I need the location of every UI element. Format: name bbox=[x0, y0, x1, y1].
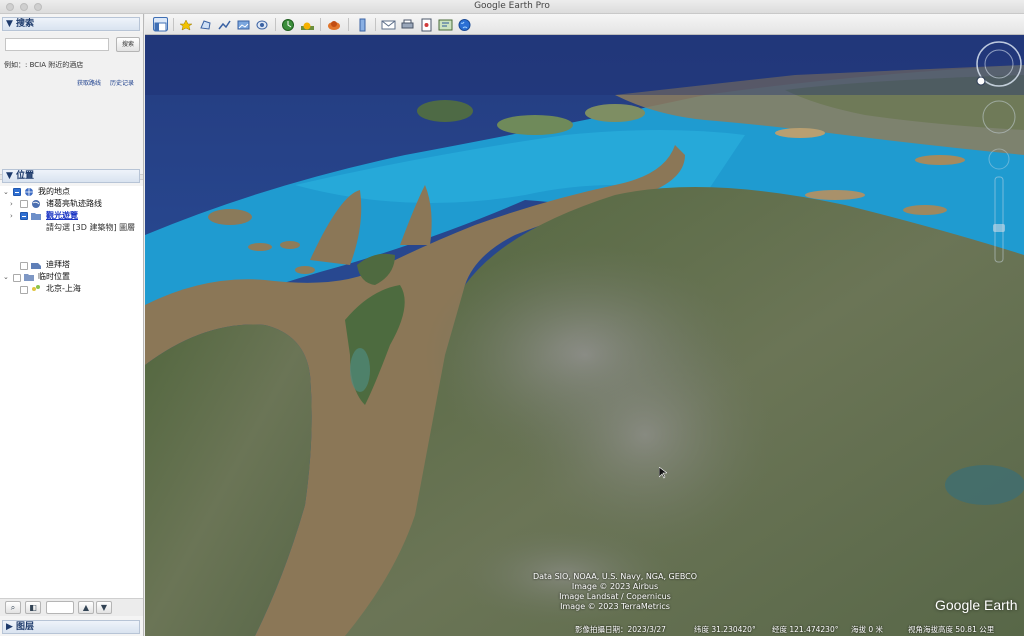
imagery-attribution: Data SIO, NOAA, U.S. Navy, NGA, GEBCO Im… bbox=[475, 572, 755, 612]
eye-altitude-readout: 视角海拔高度 50.81 公里 bbox=[908, 625, 995, 634]
checkbox-route[interactable] bbox=[20, 200, 28, 208]
record-tour-icon[interactable] bbox=[255, 17, 270, 31]
latitude-readout: 纬度 31.230420° bbox=[694, 625, 756, 634]
search-button[interactable]: 搜索 bbox=[116, 37, 140, 52]
chevron-right-icon[interactable]: › bbox=[10, 198, 13, 210]
add-image-overlay-icon[interactable] bbox=[236, 17, 251, 31]
places-folder-icon bbox=[25, 188, 33, 196]
checkbox-my-places[interactable] bbox=[13, 188, 21, 196]
folder-icon bbox=[31, 213, 41, 220]
places-panel-header[interactable]: ▼ 位置 bbox=[2, 169, 140, 183]
attribution-line: Image © 2023 TerraMetrics bbox=[560, 602, 670, 611]
chevron-down-icon[interactable]: ⌄ bbox=[3, 186, 9, 198]
email-icon[interactable] bbox=[381, 17, 396, 31]
toggle-view-button[interactable]: ◧ bbox=[25, 601, 41, 614]
places-filter-field[interactable] bbox=[46, 601, 74, 614]
checkbox-temporary-places[interactable] bbox=[13, 274, 21, 282]
add-polygon-icon[interactable] bbox=[198, 17, 213, 31]
search-input[interactable] bbox=[5, 38, 109, 51]
print-icon[interactable] bbox=[400, 17, 415, 31]
satellite-imagery[interactable] bbox=[145, 35, 1024, 636]
view-in-maps-icon[interactable] bbox=[438, 17, 453, 31]
google-earth-logo: Google Earth bbox=[935, 597, 1018, 613]
chevron-right-icon[interactable]: › bbox=[10, 210, 13, 222]
tree-item-my-places[interactable]: 我的地点 bbox=[38, 186, 70, 198]
checkbox-dubai-tower[interactable] bbox=[20, 262, 28, 270]
mouse-cursor-icon bbox=[659, 467, 667, 479]
earth-map-view[interactable]: Data SIO, NOAA, U.S. Navy, NGA, GEBCO Im… bbox=[145, 35, 1024, 636]
tree-item-route[interactable]: 诸葛亮轨迹路线 bbox=[46, 198, 102, 210]
ruler-icon[interactable] bbox=[355, 17, 370, 32]
places-bottom-bar: ⌕ ◧ ▲ ▼ bbox=[0, 598, 143, 616]
toolbar-separator bbox=[348, 18, 349, 31]
title-bar: Google Earth Pro bbox=[0, 0, 1024, 14]
switch-planet-icon[interactable] bbox=[327, 17, 342, 31]
search-example: 例如：: BCIA 附近的酒店 bbox=[4, 61, 84, 69]
layers-panel-header[interactable]: ▶ 图层 bbox=[2, 620, 140, 634]
checkbox-beijing-shanghai[interactable] bbox=[20, 286, 28, 294]
sidebar: ▼ 搜索 搜索 例如：: BCIA 附近的酒店 获取路线 历史记录 ▼ 位置 ⌄… bbox=[0, 14, 144, 636]
search-panel-header[interactable]: ▼ 搜索 bbox=[2, 17, 140, 31]
get-directions-link[interactable]: 获取路线 bbox=[77, 78, 101, 87]
path-icon bbox=[32, 200, 40, 208]
folder-icon bbox=[24, 274, 34, 281]
window-title: Google Earth Pro bbox=[474, 1, 550, 11]
earth-icon[interactable] bbox=[457, 17, 472, 31]
sunlight-icon[interactable] bbox=[300, 17, 315, 31]
search-panel: 搜索 例如：: BCIA 附近的酒店 获取路线 历史记录 bbox=[0, 32, 143, 178]
toolbar bbox=[145, 14, 1024, 35]
historical-imagery-icon[interactable] bbox=[281, 17, 296, 31]
move-up-button[interactable]: ▲ bbox=[78, 601, 94, 614]
toolbar-separator bbox=[375, 18, 376, 31]
chevron-down-icon[interactable]: ⌄ bbox=[3, 271, 9, 283]
search-places-button[interactable]: ⌕ bbox=[5, 601, 21, 614]
tree-item-beijing-shanghai[interactable]: 北京-上海 bbox=[46, 283, 81, 295]
toolbar-separator bbox=[320, 18, 321, 31]
add-placemark-icon[interactable] bbox=[179, 17, 194, 31]
tree-item-temporary-places[interactable]: 临时位置 bbox=[38, 271, 70, 283]
tree-item-sightseeing[interactable]: 觀光遊覽 bbox=[46, 210, 78, 222]
checkbox-sightseeing[interactable] bbox=[20, 212, 28, 220]
places-tree: ⌄ 我的地点 › 诸葛亮轨迹路线 › 觀光遊覽 請勾選 [3D 建築物] 圖層 bbox=[0, 186, 143, 606]
navigation-control[interactable] bbox=[974, 39, 1024, 279]
imagery-date: 影像拍攝日期：2023/3/27 bbox=[575, 625, 666, 634]
history-link[interactable]: 历史记录 bbox=[110, 78, 134, 87]
tree-item-sightseeing-note: 請勾選 [3D 建築物] 圖層 bbox=[46, 223, 136, 232]
path-icon bbox=[32, 285, 40, 291]
elevation-readout: 海拔 0 米 bbox=[851, 625, 884, 634]
status-bar: 影像拍攝日期：2023/3/27 纬度 31.230420° 经度 121.47… bbox=[570, 623, 1024, 636]
add-path-icon[interactable] bbox=[217, 17, 232, 31]
toolbar-separator bbox=[275, 18, 276, 31]
tour-icon bbox=[31, 263, 41, 269]
attribution-line: Data SIO, NOAA, U.S. Navy, NGA, GEBCO bbox=[532, 572, 698, 581]
longitude-readout: 经度 121.474230° bbox=[772, 625, 839, 634]
google-earth-window: Google Earth Pro ▼ 搜索 搜索 例如：: BCIA 附近的酒店… bbox=[0, 0, 1024, 636]
move-down-button[interactable]: ▼ bbox=[96, 601, 112, 614]
attribution-line: Image Landsat / Copernicus bbox=[559, 592, 671, 601]
tree-item-dubai-tower[interactable]: 迪拜塔 bbox=[46, 259, 70, 271]
attribution-line: Image © 2023 Airbus bbox=[571, 582, 659, 591]
sidebar-toggle-icon[interactable] bbox=[153, 17, 168, 32]
save-image-icon[interactable] bbox=[419, 17, 434, 32]
toolbar-separator bbox=[173, 18, 174, 31]
